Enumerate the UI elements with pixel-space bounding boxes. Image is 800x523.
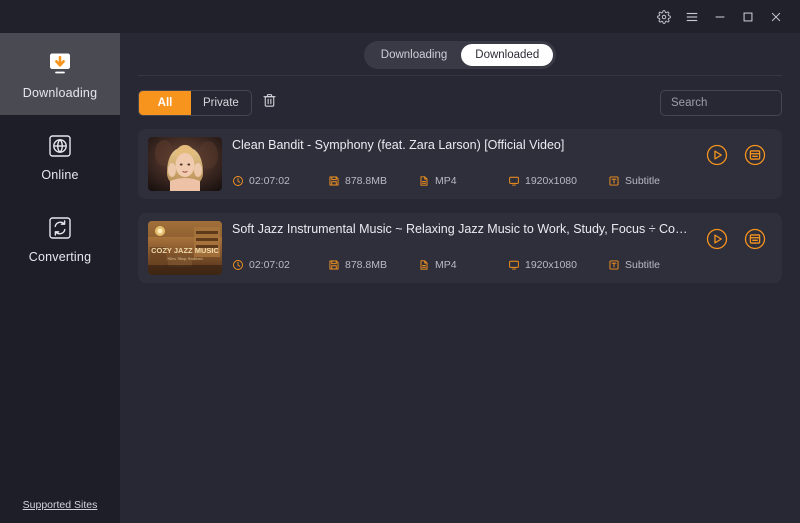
save-disk-icon [328,259,340,271]
download-list: Clean Bandit - Symphony (feat. Zara Lars… [138,129,782,297]
meta-duration: 02:07:02 [232,175,328,187]
meta-duration: 02:07:02 [232,259,328,271]
filter-private-button[interactable]: Private [191,91,251,115]
download-item-meta: 02:07:02 878.8MB MP4 1920x1080 Subtitle [232,259,660,271]
play-circle-icon [705,143,729,172]
toolbar: All Private [120,90,800,120]
play-circle-icon [705,227,729,256]
close-icon [769,10,783,24]
download-item-title: Clean Bandit - Symphony (feat. Zara Lars… [232,138,565,152]
sidebar-item-downloading[interactable]: Downloading [0,33,120,115]
cozy-coffee-shop-thumbnail: COZY JAZZ MUSIC Slow Shop Ambient [148,221,222,275]
app-window: Downloading Online Converting Supported … [0,0,800,523]
folder-circle-icon [743,227,767,256]
svg-text:Slow Shop Ambient: Slow Shop Ambient [167,256,203,261]
folder-circle-icon [743,143,767,172]
singer-portrait-thumbnail [148,137,222,191]
sidebar-item-online[interactable]: Online [0,115,120,197]
header-divider [138,75,782,76]
subtitle-icon [608,259,620,271]
meta-resolution: 1920x1080 [508,175,608,187]
save-disk-icon [328,175,340,187]
meta-text: MP4 [435,175,457,187]
tab-downloaded[interactable]: Downloaded [461,44,554,66]
subtitle-icon [608,175,620,187]
search-input[interactable] [660,90,782,116]
title-bar [0,0,800,33]
meta-text: 878.8MB [345,175,388,187]
meta-format: MP4 [418,175,508,187]
monitor-download-icon [45,49,75,79]
file-icon [418,175,430,187]
meta-subtitle: Subtitle [608,259,660,271]
minimize-button[interactable] [706,4,734,30]
tab-group: Downloading Downloaded [363,41,557,69]
download-item-actions [704,144,768,170]
gear-icon [657,9,671,24]
filter-segmented-control: All Private [138,90,252,116]
meta-format: MP4 [418,259,508,271]
clock-icon [232,175,244,187]
play-button[interactable] [704,144,730,170]
meta-resolution: 1920x1080 [508,259,608,271]
monitor-icon [508,175,520,187]
play-button[interactable] [704,228,730,254]
meta-text: 02:07:02 [249,175,290,187]
menu-button[interactable] [678,4,706,30]
download-item-actions [704,228,768,254]
open-folder-button[interactable] [742,228,768,254]
delete-button[interactable] [256,90,282,116]
minimize-icon [713,10,727,24]
globe-icon [45,131,75,161]
main-content: Downloading Downloaded All Private Searc… [120,33,800,523]
meta-filesize: 878.8MB [328,259,418,271]
download-item[interactable]: Clean Bandit - Symphony (feat. Zara Lars… [138,129,782,199]
sidebar-item-converting[interactable]: Converting [0,197,120,279]
meta-subtitle: Subtitle [608,175,660,187]
trash-icon [261,92,278,114]
tab-bar: Downloading Downloaded [120,41,800,69]
tab-downloading[interactable]: Downloading [367,44,462,66]
meta-text: 878.8MB [345,259,388,271]
download-item-title: Soft Jazz Instrumental Music ~ Relaxing … [232,222,692,236]
sidebar: Downloading Online Converting Supported … [0,33,120,523]
meta-filesize: 878.8MB [328,175,418,187]
maximize-button[interactable] [734,4,762,30]
monitor-icon [508,259,520,271]
supported-sites-link[interactable]: Supported Sites [0,499,120,511]
svg-text:COZY JAZZ MUSIC: COZY JAZZ MUSIC [151,246,219,255]
meta-text: 1920x1080 [525,175,577,187]
meta-text: MP4 [435,259,457,271]
meta-text: 1920x1080 [525,259,577,271]
meta-text: 02:07:02 [249,259,290,271]
settings-button[interactable] [650,4,678,30]
hamburger-icon [685,10,699,24]
convert-refresh-icon [45,213,75,243]
open-folder-button[interactable] [742,144,768,170]
download-item[interactable]: COZY JAZZ MUSIC Slow Shop Ambient Soft J… [138,213,782,283]
filter-all-button[interactable]: All [139,91,191,115]
sidebar-item-label: Online [41,167,79,182]
close-button[interactable] [762,4,790,30]
sidebar-item-label: Downloading [22,85,98,100]
meta-text: Subtitle [625,259,661,271]
meta-text: Subtitle [625,175,661,187]
clock-icon [232,259,244,271]
sidebar-item-label: Converting [28,249,92,264]
download-item-meta: 02:07:02 878.8MB MP4 1920x1080 Subtitle [232,175,660,187]
maximize-icon [741,10,755,24]
file-icon [418,259,430,271]
